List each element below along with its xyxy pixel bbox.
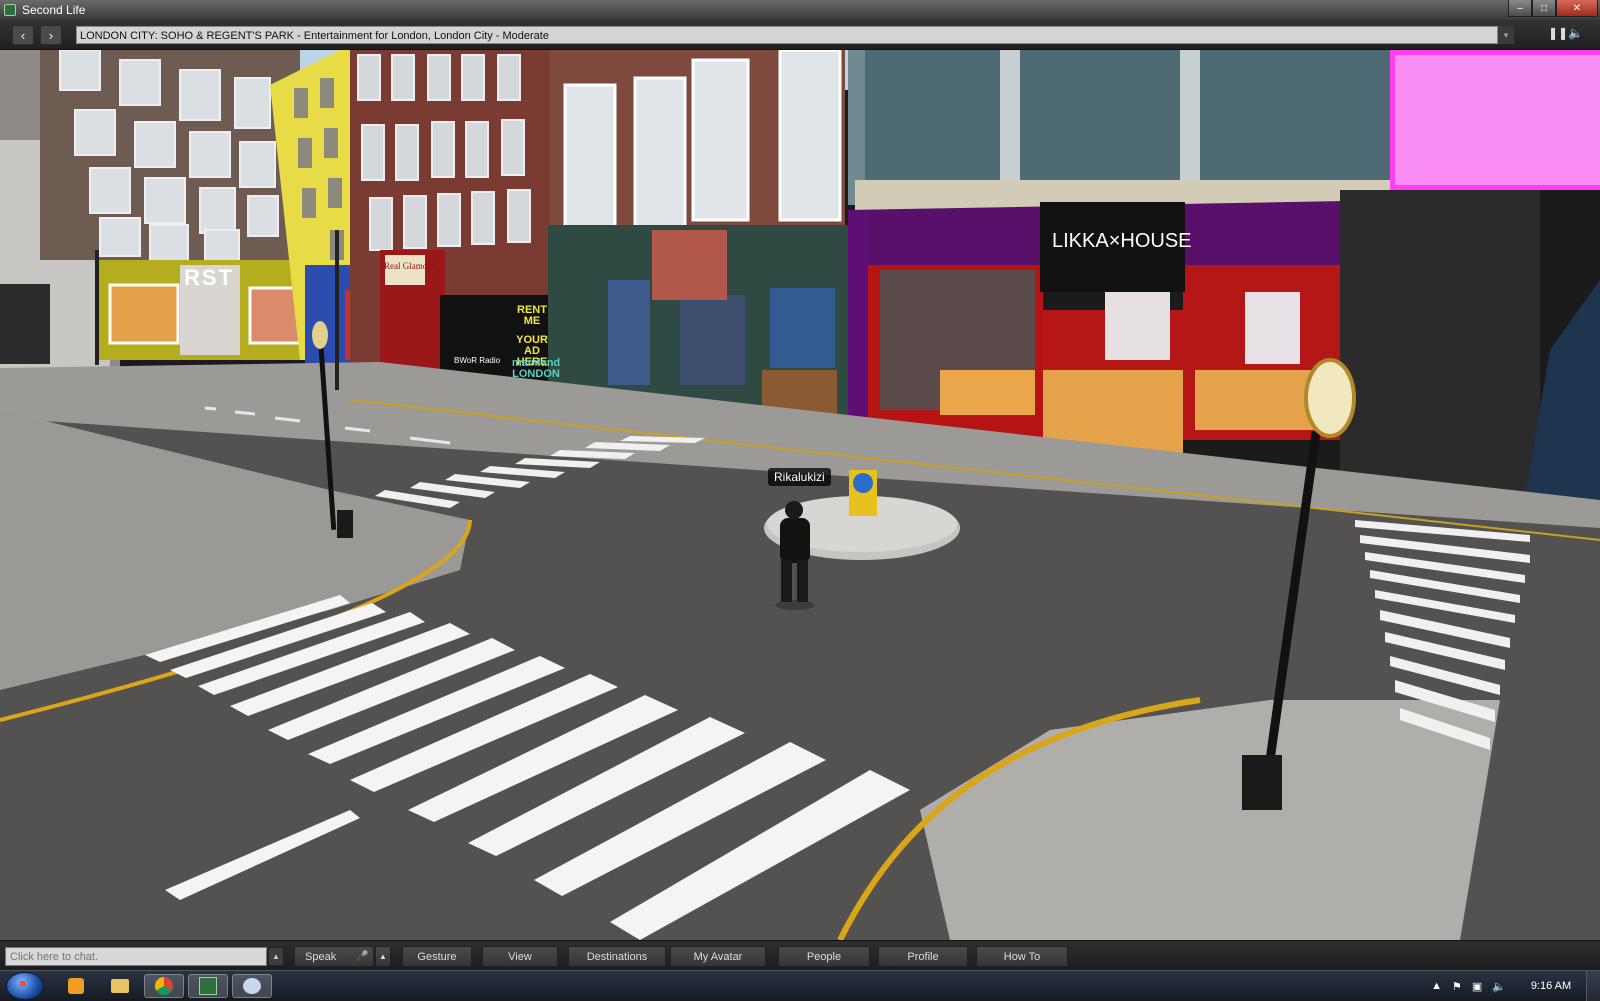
world-viewport[interactable]: LIKKA×HOUSE RENT ME YOUR AD HERE mainlan… (0, 50, 1600, 940)
folder-icon (111, 979, 129, 993)
my-avatar-button[interactable]: My Avatar (670, 946, 766, 967)
media-player-icon (68, 978, 84, 994)
mainland-sign: mainland LONDON (510, 358, 562, 380)
maximize-button[interactable]: □ (1532, 0, 1556, 17)
network-icon[interactable]: ▣ (1472, 980, 1482, 993)
second-life-icon (199, 977, 217, 995)
gesture-button[interactable]: Gesture (402, 946, 472, 967)
speak-button[interactable]: Speak 🎤 (294, 946, 374, 967)
window-title: Second Life (22, 3, 86, 17)
view-button[interactable]: View (482, 946, 558, 967)
back-button[interactable]: ‹ (12, 25, 34, 45)
start-button[interactable] (6, 972, 44, 1000)
microphone-icon: 🎤 (356, 951, 369, 962)
chat-history-dropdown-button[interactable]: ▲ (268, 947, 284, 966)
windows-logo-icon (20, 981, 25, 986)
system-tray: ▲ ⚑ ▣ 🔈 9:16 AM (1431, 971, 1600, 1001)
rent-me-line-1: RENT ME (517, 304, 547, 327)
explorer-taskbar-icon[interactable] (100, 974, 140, 998)
radio-sign: BWoR Radio (454, 356, 501, 365)
speak-button-label: Speak (305, 950, 337, 963)
chat-input[interactable] (5, 947, 267, 966)
avatar-nametag[interactable]: Rikalukizi (768, 468, 831, 486)
people-button[interactable]: People (778, 946, 870, 967)
paint-icon (243, 978, 261, 994)
pause-media-icon[interactable]: ❚❚ (1548, 26, 1568, 40)
show-desktop-button[interactable] (1586, 971, 1600, 1001)
profile-button[interactable]: Profile (878, 946, 968, 967)
chrome-taskbar-icon[interactable] (144, 974, 184, 998)
bottom-toolbar: ▲ Speak 🎤 ▲ Gesture View Destinations My… (0, 940, 1600, 970)
speak-options-button[interactable]: ▲ (375, 946, 391, 967)
minimize-button[interactable]: – (1508, 0, 1532, 17)
real-glamour-sign: Real Glamour (384, 261, 435, 271)
rust-sign: RST (184, 265, 234, 290)
clock[interactable]: 9:16 AM (1516, 980, 1586, 992)
media-player-taskbar-icon[interactable] (56, 974, 96, 998)
volume-icon[interactable]: 🔈 (1568, 26, 1583, 40)
scene-drawing (0, 50, 1600, 940)
chevron-left-icon: ‹ (20, 27, 26, 43)
mainland-london-word: LONDON (512, 368, 560, 380)
chrome-icon (155, 977, 173, 995)
volume-tray-icon[interactable]: 🔈 (1492, 980, 1506, 993)
location-field[interactable]: LONDON CITY: SOHO & REGENT'S PARK - Ente… (76, 26, 1498, 44)
os-taskbar: ▲ ⚑ ▣ 🔈 9:16 AM (0, 970, 1600, 1001)
navigation-bar: ‹ › LONDON CITY: SOHO & REGENT'S PARK - … (0, 20, 1600, 50)
likka-house-sign: LIKKA×HOUSE (1052, 230, 1192, 252)
paint-taskbar-icon[interactable] (232, 974, 272, 998)
action-center-icon[interactable]: ⚑ (1452, 980, 1462, 993)
chevron-right-icon: › (48, 27, 54, 43)
window-titlebar: Second Life – □ ✕ (0, 0, 1600, 20)
window-controls: – □ ✕ (1508, 0, 1598, 17)
how-to-button[interactable]: How To (976, 946, 1068, 967)
close-button[interactable]: ✕ (1556, 0, 1598, 17)
location-dropdown-button[interactable]: ▼ (1498, 26, 1514, 44)
second-life-app-icon (4, 4, 16, 16)
destinations-button[interactable]: Destinations (568, 946, 666, 967)
second-life-taskbar-icon[interactable] (188, 974, 228, 998)
rent-me-line-2: YOUR AD (516, 334, 548, 357)
forward-button[interactable]: › (40, 25, 62, 45)
tray-expand-icon[interactable]: ▲ (1431, 980, 1442, 992)
